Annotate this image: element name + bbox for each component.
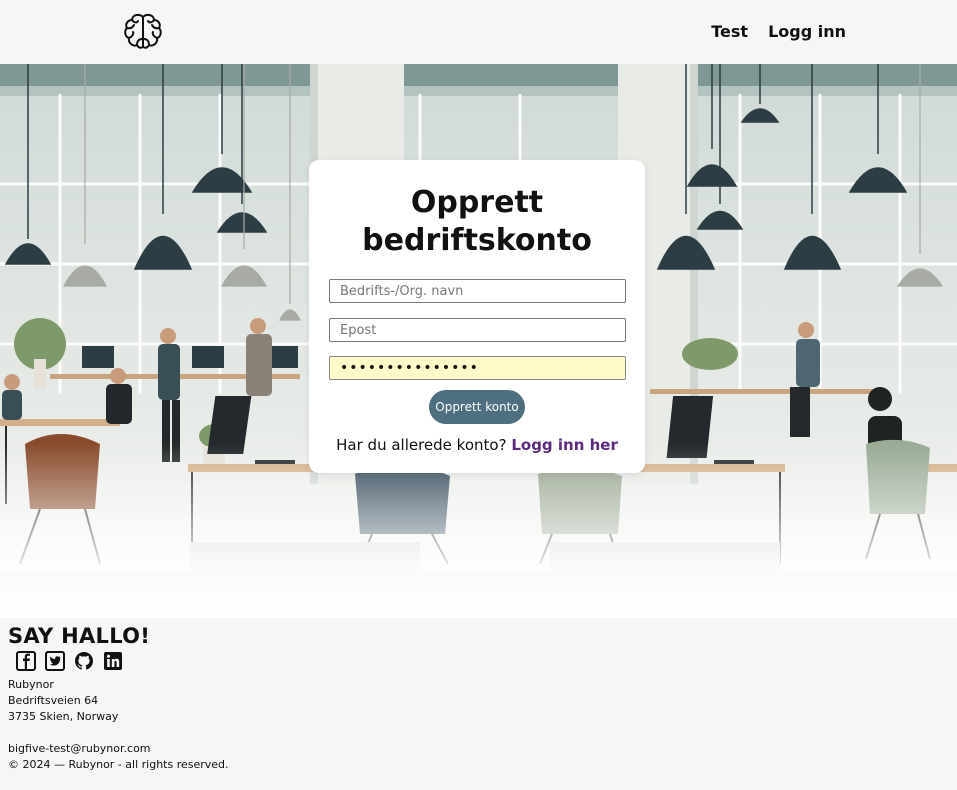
address-spacer: [8, 725, 957, 741]
site-footer: SAY HALLO! Rubynor Bedriftsveien 64 3735…: [0, 618, 957, 790]
nav-login-link[interactable]: Logg inn: [768, 22, 846, 41]
contact-email[interactable]: bigfive-test@rubynor.com: [8, 741, 957, 757]
main-nav: Test Logg inn: [711, 22, 846, 41]
email-input[interactable]: [329, 318, 626, 342]
city-address: 3735 Skien, Norway: [8, 710, 119, 723]
twitter-icon[interactable]: [45, 651, 65, 671]
linkedin-icon[interactable]: [103, 651, 123, 671]
site-header: Test Logg inn: [0, 0, 957, 64]
company-name-input[interactable]: [329, 279, 626, 303]
login-here-link[interactable]: Logg inn her: [511, 436, 618, 454]
login-prompt: Har du allerede konto? Logg inn her: [309, 436, 645, 454]
copyright-text: © 2024 — Rubynor - all rights reserved.: [8, 758, 229, 771]
facebook-icon[interactable]: [16, 651, 36, 671]
signup-title-line2: bedriftskonto: [362, 223, 592, 258]
signup-title-line1: Opprett: [410, 185, 544, 220]
nav-test-link[interactable]: Test: [711, 22, 748, 41]
footer-address: Rubynor Bedriftsveien 64 3735 Skien, Nor…: [8, 677, 957, 773]
signup-card: Opprett bedriftskonto Opprett konto Har …: [309, 160, 645, 473]
password-input[interactable]: [329, 356, 626, 380]
brain-icon[interactable]: [122, 11, 164, 53]
create-account-button[interactable]: Opprett konto: [429, 390, 525, 424]
street-address: Bedriftsveien 64: [8, 694, 99, 707]
footer-heading: SAY HALLO!: [8, 624, 151, 648]
login-prompt-text: Har du allerede konto?: [336, 436, 507, 454]
signup-title: Opprett bedriftskonto: [309, 184, 645, 260]
social-links: [16, 651, 957, 673]
company-name: Rubynor: [8, 678, 54, 691]
github-icon[interactable]: [74, 651, 94, 671]
section-spacer: [0, 570, 957, 618]
